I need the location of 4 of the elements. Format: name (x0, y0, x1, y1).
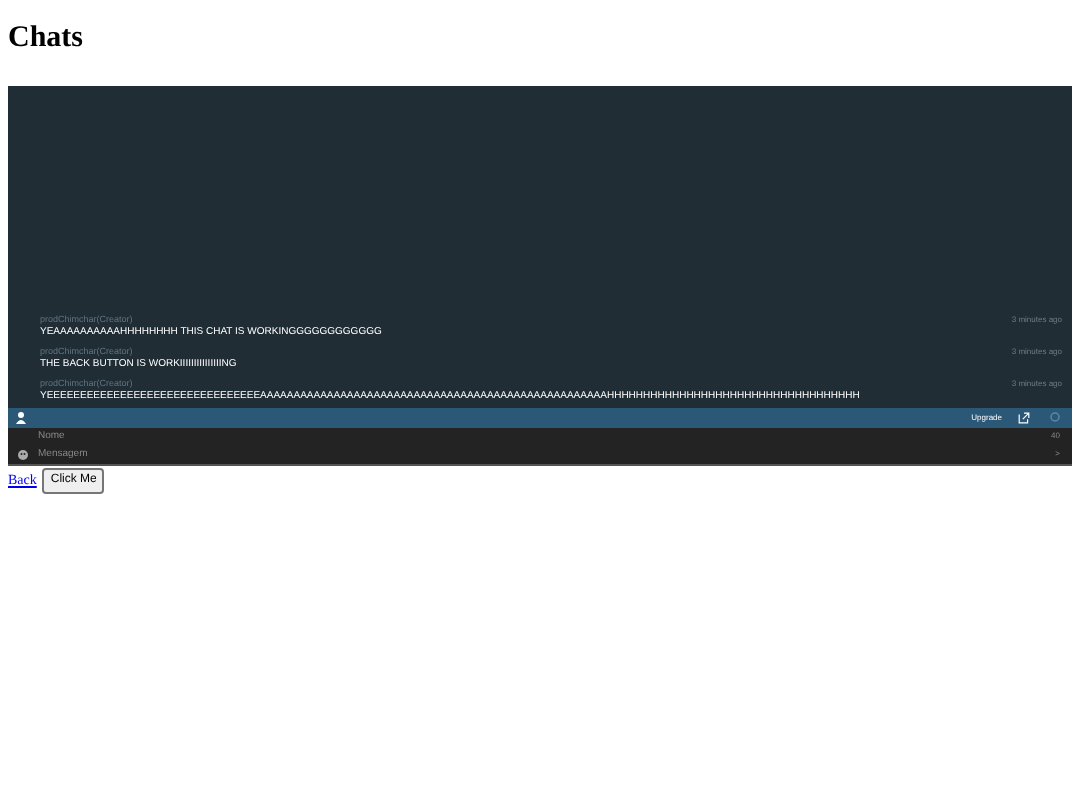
external-link-icon[interactable] (1018, 411, 1030, 423)
user-icon[interactable] (16, 411, 26, 423)
page-title: Chats (8, 20, 86, 58)
emoji-icon[interactable] (18, 449, 28, 459)
